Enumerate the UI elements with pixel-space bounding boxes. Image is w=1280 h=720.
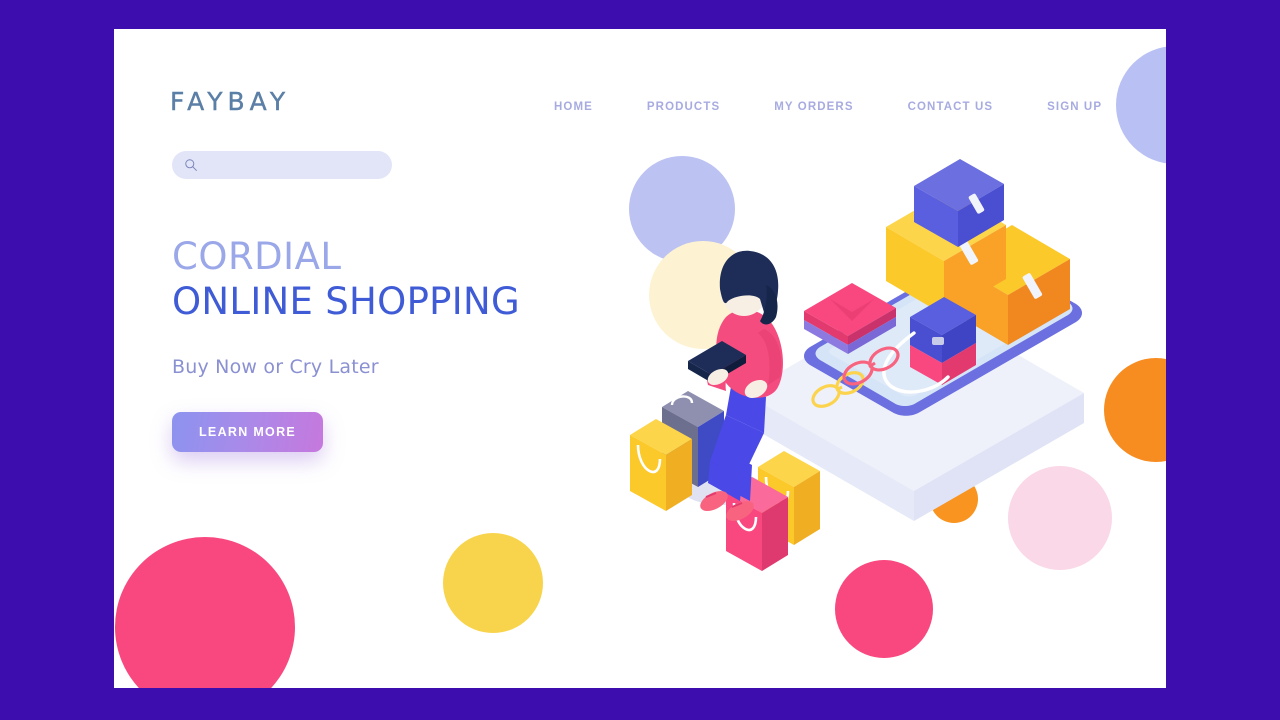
main-nav: HOME PRODUCTS MY ORDERS CONTACT US SIGN … [554, 95, 1102, 119]
nav-home[interactable]: HOME [554, 95, 593, 119]
nav-sign-up[interactable]: SIGN UP [1047, 95, 1102, 119]
learn-more-button[interactable]: LEARN MORE [172, 412, 324, 453]
circle-yellow [443, 533, 543, 633]
search-icon [184, 158, 198, 172]
hero-subtitle: Buy Now or Cry Later [172, 356, 379, 379]
hero-section: CORDIAL ONLINE SHOPPING Buy Now or Cry L… [172, 234, 520, 453]
circle-pink-bottomleft [115, 537, 295, 688]
headline-line-1: CORDIAL [172, 235, 342, 278]
search-bar[interactable] [172, 151, 392, 179]
nav-products[interactable]: PRODUCTS [647, 95, 720, 119]
search-input[interactable] [205, 158, 375, 172]
nav-my-orders[interactable]: MY ORDERS [774, 95, 853, 119]
landing-page-card: FAYBAY HOME PRODUCTS MY ORDERS CONTACT U… [114, 29, 1166, 688]
nav-contact-us[interactable]: CONTACT US [908, 95, 994, 119]
site-header: FAYBAY HOME PRODUCTS MY ORDERS CONTACT U… [114, 29, 1166, 139]
logo[interactable]: FAYBAY [170, 87, 290, 116]
online-shopping-isometric-illustration [614, 149, 1114, 579]
headline-line-2: ONLINE SHOPPING [172, 280, 520, 324]
